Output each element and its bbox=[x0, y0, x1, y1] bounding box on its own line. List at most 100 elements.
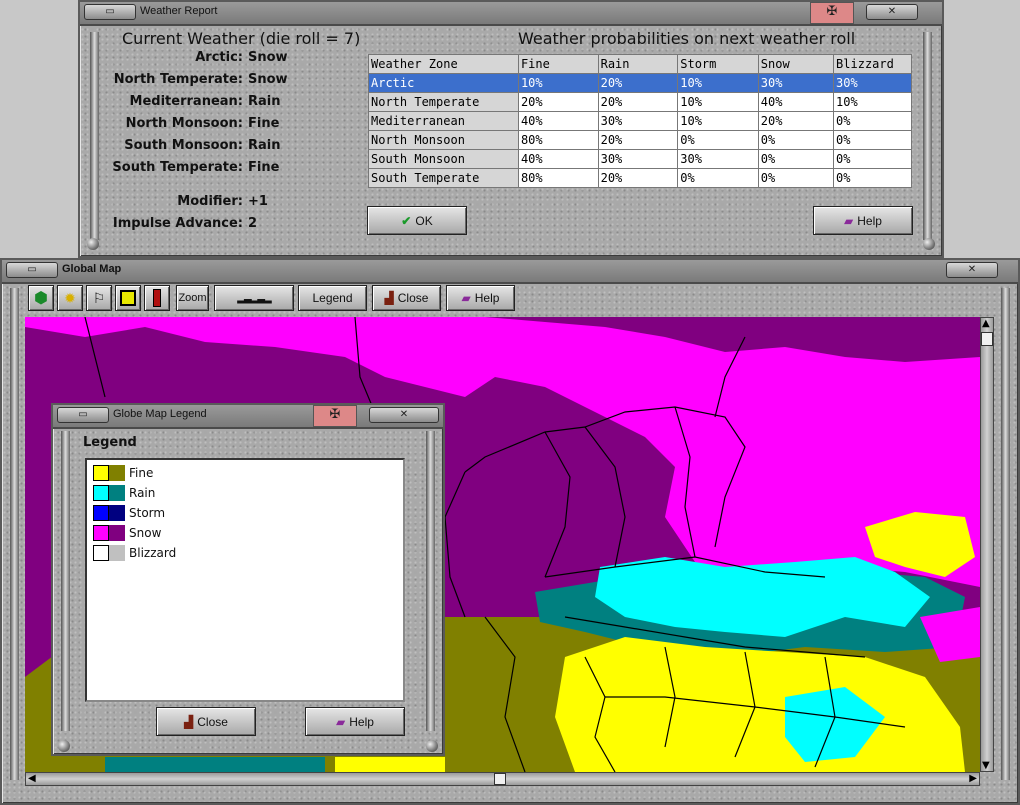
current-weather-row: Arctic: Snow bbox=[80, 50, 380, 68]
legend-button[interactable]: Legend bbox=[298, 285, 367, 311]
ok-label: OK bbox=[415, 213, 433, 228]
units-button[interactable]: ▂▃▂▃▂ bbox=[214, 285, 294, 311]
rivet-icon bbox=[58, 740, 70, 752]
probability-cell: 30% bbox=[758, 73, 835, 93]
zone-weather-value: Snow bbox=[248, 50, 288, 65]
scroll-up-arrow-icon[interactable]: ▲ bbox=[982, 318, 990, 329]
hexagon-icon: ⬢ bbox=[34, 290, 48, 307]
table-row[interactable]: South Monsoon 40% 30% 30% 0% 0% bbox=[368, 149, 912, 169]
legend-swatch-light bbox=[93, 465, 109, 481]
zone-cell: Mediterranean bbox=[368, 111, 519, 131]
legend-swatch-dark bbox=[109, 505, 125, 521]
close-label: Close bbox=[197, 714, 228, 729]
flag-outline-icon: ⚐ bbox=[92, 289, 106, 306]
weather-report-titlebar[interactable]: ▭ Weather Report ✠ ✕ bbox=[80, 2, 942, 26]
legend-swatch-light bbox=[93, 505, 109, 521]
probability-cell: 20% bbox=[598, 130, 679, 150]
column-header[interactable]: Fine bbox=[518, 54, 599, 74]
window-close-button[interactable]: ✕ bbox=[369, 407, 439, 423]
vertical-scrollbar[interactable]: ▲ ▼ bbox=[980, 317, 994, 772]
legend-label: Blizzard bbox=[129, 546, 177, 560]
help-label: Help bbox=[857, 213, 882, 228]
probability-cell: 80% bbox=[518, 168, 599, 188]
zone-label: South Temperate: bbox=[112, 160, 243, 175]
probability-table: Weather Zone Fine Rain Storm Snow Blizzard Arc… bbox=[368, 54, 912, 188]
column-header[interactable]: Rain bbox=[598, 54, 679, 74]
window-close-button[interactable]: ✕ bbox=[946, 262, 998, 278]
column-header[interactable]: Weather Zone bbox=[368, 54, 519, 74]
ok-button[interactable]: ✔ OK bbox=[367, 206, 467, 235]
zone-weather-value: Rain bbox=[248, 94, 281, 109]
scroll-thumb[interactable] bbox=[494, 773, 506, 785]
window-minimize-button[interactable]: ▭ bbox=[84, 4, 136, 20]
window-minimize-button[interactable]: ▭ bbox=[6, 262, 58, 278]
scroll-down-arrow-icon[interactable]: ▼ bbox=[982, 760, 990, 771]
legend-label: Legend bbox=[312, 291, 353, 305]
probability-cell: 20% bbox=[598, 168, 679, 188]
help-button[interactable]: ▰ Help bbox=[446, 285, 515, 311]
legend-close-button[interactable]: ▟ Close bbox=[156, 707, 256, 736]
left-rail bbox=[61, 431, 70, 731]
modifier-label: Modifier: bbox=[177, 194, 243, 209]
ship-icon: ▂▃▂▃▂ bbox=[237, 292, 271, 304]
legend-titlebar[interactable]: ▭ Globe Map Legend ✠ ✕ bbox=[53, 405, 443, 429]
frame-tool-button[interactable] bbox=[115, 285, 141, 311]
probability-cell: 0% bbox=[758, 168, 835, 188]
legend-heading: Legend bbox=[83, 435, 137, 450]
help-button[interactable]: ▰ Help bbox=[813, 206, 913, 235]
legend-label: Rain bbox=[129, 486, 156, 500]
help-book-icon: ▰ bbox=[461, 291, 471, 305]
close-door-icon: ▟ bbox=[384, 291, 394, 305]
table-row[interactable]: Mediterranean 40% 30% 10% 20% 0% bbox=[368, 111, 912, 131]
zone-label: North Monsoon: bbox=[125, 116, 243, 131]
probability-cell: 0% bbox=[833, 149, 912, 169]
weather-tool-button[interactable]: ✹ bbox=[57, 285, 83, 311]
window-minimize-button[interactable]: ▭ bbox=[57, 407, 109, 423]
weather-report-window: ▭ Weather Report ✠ ✕ Current Weather (di… bbox=[78, 0, 944, 258]
flag-icon: ✠ bbox=[810, 2, 854, 24]
table-row[interactable]: Arctic 10% 20% 10% 30% 30% bbox=[368, 73, 912, 93]
window-title: Globe Map Legend bbox=[113, 408, 207, 420]
help-label: Help bbox=[349, 714, 374, 729]
probabilities-title: Weather probabilities on next weather ro… bbox=[518, 29, 856, 48]
legend-help-button[interactable]: ▰ Help bbox=[305, 707, 405, 736]
table-row[interactable]: North Monsoon 80% 20% 0% 0% 0% bbox=[368, 130, 912, 150]
zone-cell: North Temperate bbox=[368, 92, 519, 112]
tower-tool-button[interactable] bbox=[144, 285, 170, 311]
probability-cell: 30% bbox=[677, 149, 759, 169]
column-header[interactable]: Storm bbox=[677, 54, 759, 74]
flag-tool-button[interactable]: ⚐ bbox=[86, 285, 112, 311]
global-map-titlebar[interactable]: ▭ Global Map ✕ bbox=[2, 260, 1018, 284]
probability-cell: 10% bbox=[677, 73, 759, 93]
column-header[interactable]: Snow bbox=[758, 54, 835, 74]
square-frame-icon bbox=[120, 290, 136, 306]
legend-list: Fine Rain Storm Snow Blizzard bbox=[85, 458, 405, 702]
legend-label: Fine bbox=[129, 466, 154, 480]
zone-weather-value: Fine bbox=[248, 160, 280, 175]
current-weather-row: North Monsoon: Fine bbox=[80, 116, 380, 134]
legend-swatch-light bbox=[93, 525, 109, 541]
scroll-right-arrow-icon[interactable]: ▶ bbox=[969, 773, 977, 784]
table-row[interactable]: North Temperate 20% 20% 10% 40% 10% bbox=[368, 92, 912, 112]
probability-cell: 10% bbox=[677, 92, 759, 112]
current-weather-row: Mediterranean: Rain bbox=[80, 94, 380, 112]
close-button[interactable]: ▟ Close bbox=[372, 285, 441, 311]
window-title: Weather Report bbox=[140, 5, 218, 17]
zone-cell: South Temperate bbox=[368, 168, 519, 188]
zone-label: North Temperate: bbox=[113, 72, 243, 87]
zone-label: South Monsoon: bbox=[124, 138, 243, 153]
zoom-button[interactable]: Zoom bbox=[176, 285, 209, 311]
window-close-button[interactable]: ✕ bbox=[866, 4, 918, 20]
scroll-thumb[interactable] bbox=[981, 332, 993, 346]
probability-cell: 40% bbox=[758, 92, 835, 112]
probability-cell: 30% bbox=[598, 149, 679, 169]
legend-label: Storm bbox=[129, 506, 166, 520]
column-header[interactable]: Blizzard bbox=[833, 54, 912, 74]
zone-weather-value: Rain bbox=[248, 138, 281, 153]
tower-icon bbox=[153, 289, 161, 307]
hex-tool-button[interactable]: ⬢ bbox=[28, 285, 54, 311]
horizontal-scrollbar[interactable]: ◀ ▶ bbox=[25, 772, 980, 786]
table-row[interactable]: South Temperate 80% 20% 0% 0% 0% bbox=[368, 168, 912, 188]
scroll-left-arrow-icon[interactable]: ◀ bbox=[28, 773, 36, 784]
impulse-label: Impulse Advance: bbox=[112, 216, 243, 231]
